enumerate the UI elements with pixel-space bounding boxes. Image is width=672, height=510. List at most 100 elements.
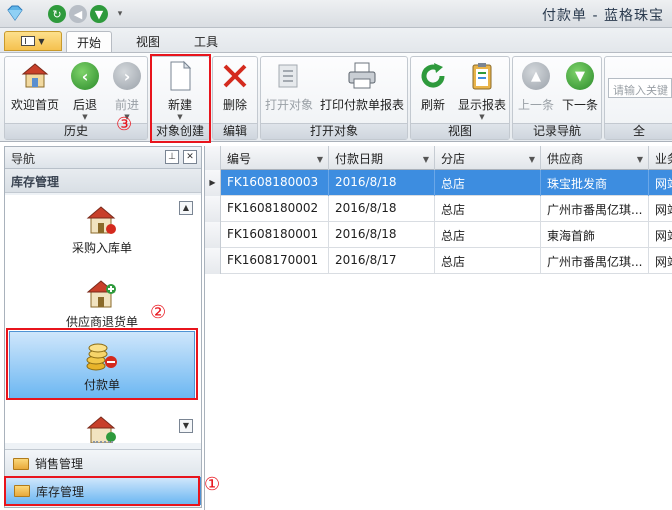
arrow-down-icon: ▼ <box>564 60 596 92</box>
delete-label: 删除 <box>222 98 247 112</box>
group-caption-edit: 编辑 <box>213 123 257 139</box>
ribbon-tab-row: ▼ 开始 视图 工具 <box>0 28 672 53</box>
quick-access-toolbar: ↻ ◀ ▼ ▾ <box>48 4 132 24</box>
chevron-down-icon: ▼ <box>479 113 485 121</box>
new-document-icon <box>164 60 196 92</box>
step-number-3: ③ <box>116 114 133 135</box>
navigation-panel: 导航 ⊥ ✕ 库存管理 ▲ 采购入库单 供应商退货单 付款单 ▼ 销售管理 库存… <box>4 146 202 508</box>
chevron-down-icon: ▼ <box>82 113 88 121</box>
nav-item-label: 供应商退货单 <box>65 315 138 329</box>
back-small-icon[interactable]: ◀ <box>69 5 87 23</box>
next-record-label: 下一条 <box>561 98 598 112</box>
column-header-pay-date[interactable]: 付款日期 ▼ <box>329 146 435 170</box>
home-label: 欢迎首页 <box>10 98 59 112</box>
table-row[interactable]: ▶ FK1608180003 2016/8/18 总店 珠宝批发商 网站 <box>205 170 672 196</box>
delete-button[interactable]: 删除 <box>215 60 255 122</box>
splitter-grip[interactable] <box>93 441 113 445</box>
window-title: 付款单 - 蓝格珠宝 <box>542 8 664 24</box>
group-create: 新建 ▼ 对象创建 <box>150 56 210 140</box>
ribbon: 欢迎首页 ‹ 后退 ▼ › 前进 ▼ 历史 新建 ▼ 对象创建 删除 编辑 打开… <box>0 52 672 142</box>
open-object-label: 打开对象 <box>264 98 313 112</box>
new-button[interactable]: 新建 ▼ <box>155 60 205 122</box>
customize-qa-icon[interactable]: ▾ <box>111 5 129 23</box>
pin-icon[interactable]: ⊥ <box>165 150 179 164</box>
step-number-2: ② <box>150 302 167 323</box>
close-icon[interactable]: ✕ <box>183 150 197 164</box>
diamond-icon[interactable] <box>4 4 26 24</box>
table-row[interactable]: FK1608170001 2016/8/17 总店 广州市番禺亿琪... 网站 <box>205 248 672 274</box>
step-number-1: ① <box>204 474 221 495</box>
chevron-down-icon: ▼ <box>177 113 183 121</box>
nav-category-inventory[interactable]: 库存管理 <box>5 477 201 505</box>
cell-number: FK1608180003 <box>221 170 329 196</box>
search-input[interactable]: 请输入关键 <box>608 78 672 98</box>
forward-button[interactable]: › 前进 ▼ <box>107 60 147 122</box>
nav-section-title: 库存管理 <box>5 169 201 193</box>
refresh-label: 刷新 <box>420 98 445 112</box>
cell-business: 网站 <box>655 229 672 243</box>
delete-icon <box>219 60 251 92</box>
back-label: 后退 <box>72 98 97 112</box>
sort-down-icon: ▼ <box>316 155 323 164</box>
next-record-button[interactable]: ▼ 下一条 <box>559 60 601 122</box>
show-report-button[interactable]: 显示报表 ▼ <box>455 60 509 122</box>
group-caption-open: 打开对象 <box>261 123 407 139</box>
column-header-branch[interactable]: 分店 ▼ <box>435 146 541 170</box>
group-caption-view: 视图 <box>411 123 509 139</box>
group-caption-search: 全 <box>605 123 672 139</box>
print-report-button[interactable]: 打印付款单报表 <box>317 60 407 122</box>
print-report-label: 打印付款单报表 <box>319 98 404 112</box>
table-row[interactable]: FK1608180002 2016/8/18 总店 广州市番禺亿琪... 网站 <box>205 196 672 222</box>
tab-start[interactable]: 开始 <box>66 31 113 53</box>
row-indicator <box>205 248 221 274</box>
clipboard-report-icon <box>466 60 498 92</box>
back-button[interactable]: ‹ 后退 ▼ <box>65 60 105 122</box>
nav-item-purchase-inbound[interactable]: 采购入库单 <box>7 203 197 259</box>
tab-view[interactable]: 视图 <box>126 31 170 52</box>
menu-icon <box>21 36 36 46</box>
tab-tools[interactable]: 工具 <box>184 31 228 52</box>
warehouse-return-icon <box>86 280 116 308</box>
nav-item-label: 采购入库单 <box>71 241 132 255</box>
grid-corner <box>205 146 221 170</box>
down-small-icon[interactable]: ▼ <box>90 5 108 23</box>
cell-business: 网站 <box>655 177 672 191</box>
row-indicator <box>205 196 221 222</box>
prev-record-label: 上一条 <box>517 98 554 112</box>
cell-business: 网站 <box>655 203 672 217</box>
new-label: 新建 <box>167 98 192 112</box>
arrow-up-icon: ▲ <box>520 60 552 92</box>
column-header-number[interactable]: 编号 ▼ <box>221 146 329 170</box>
nav-header: 导航 ⊥ ✕ <box>5 147 201 169</box>
sort-down-icon: ▼ <box>422 155 429 164</box>
nav-item-label: 付款单 <box>83 378 120 392</box>
column-header-business[interactable]: 业务 <box>649 146 672 170</box>
refresh-button[interactable]: 刷新 <box>413 60 453 122</box>
column-header-supplier[interactable]: 供应商 ▼ <box>541 146 649 170</box>
folder-icon <box>13 457 29 470</box>
warehouse-in-icon <box>86 206 116 234</box>
open-document-icon <box>273 60 305 92</box>
prev-record-button[interactable]: ▲ 上一条 <box>515 60 557 122</box>
nav-category-label: 销售管理 <box>35 457 84 471</box>
cell-supplier: 珠宝批发商 <box>541 170 649 196</box>
cell-number: FK1608180001 <box>221 222 329 248</box>
forward-label: 前进 <box>114 98 139 112</box>
forward-icon: › <box>111 60 143 92</box>
nav-item-payment[interactable]: 付款单 <box>9 331 195 399</box>
refresh-small-icon[interactable]: ↻ <box>48 5 66 23</box>
group-record-nav: ▲ 上一条 ▼ 下一条 记录导航 <box>512 56 602 140</box>
scroll-down-icon[interactable]: ▼ <box>179 419 193 433</box>
payment-grid: 编号▼ 付款日期▼ 分店▼ 供应商▼ 业务 ▶ FK1608180003 201… <box>204 146 672 510</box>
nav-item-supplier-return[interactable]: 供应商退货单 <box>7 277 197 333</box>
home-button[interactable]: 欢迎首页 <box>7 60 63 122</box>
cell-supplier: 广州市番禺亿琪... <box>541 196 649 222</box>
refresh-icon <box>417 60 449 92</box>
app-menu-button[interactable]: ▼ <box>4 31 62 51</box>
table-row[interactable]: FK1608180001 2016/8/18 总店 東海首飾 网站 <box>205 222 672 248</box>
back-icon: ‹ <box>69 60 101 92</box>
nav-category-sales[interactable]: 销售管理 <box>5 449 201 477</box>
group-caption-record-nav: 记录导航 <box>513 123 601 139</box>
open-object-button[interactable]: 打开对象 <box>263 60 315 122</box>
show-report-label: 显示报表 <box>457 98 506 112</box>
